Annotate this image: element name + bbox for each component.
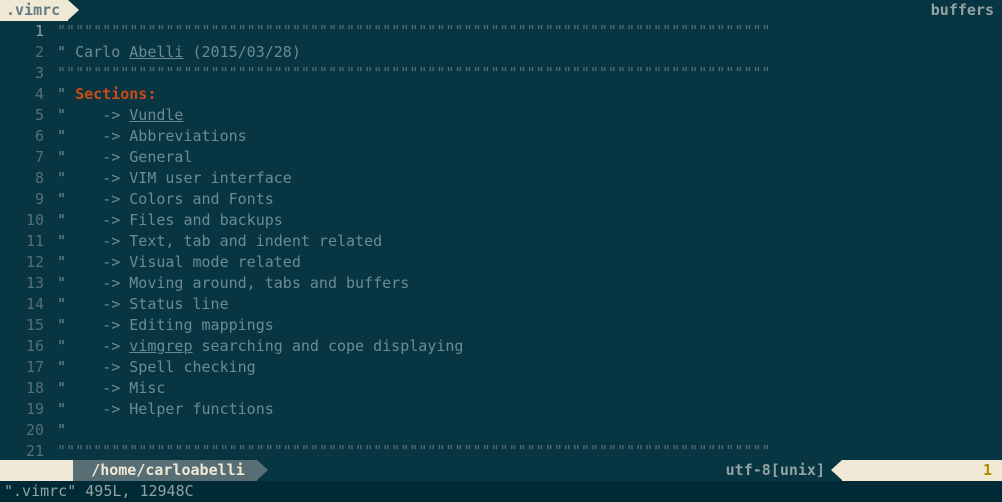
line-number: 19 [0,399,48,420]
author-name: Abelli [129,43,183,61]
line-number: 10 [0,210,48,231]
status-line: NORMAL /home/carloabelli utf-8[unix] 1 [0,460,1002,481]
code-line: " -> Misc [48,378,1002,399]
section-link-vimgrep: vimgrep [129,337,192,355]
line-number: 12 [0,252,48,273]
line-number: 1 [0,21,48,42]
code-area[interactable]: 1 """"""""""""""""""""""""""""""""""""""… [0,21,1002,462]
code-row[interactable]: 7 " -> General [0,147,1002,168]
code-line: """"""""""""""""""""""""""""""""""""""""… [48,21,1002,42]
buffers-label: buffers [931,0,994,21]
code-row[interactable]: 18 " -> Misc [0,378,1002,399]
code-line: " -> vimgrep searching and cope displayi… [48,336,1002,357]
line-number: 11 [0,231,48,252]
command-line[interactable]: ".vimrc" 495L, 12948C [0,481,1002,502]
code-row[interactable]: 9 " -> Colors and Fonts [0,189,1002,210]
code-line: " -> Vundle [48,105,1002,126]
status-fill: utf-8[unix] [257,460,831,481]
status-position: 1 [842,460,1002,481]
tab-active[interactable]: .vimrc [0,0,68,21]
line-number: 13 [0,273,48,294]
command-text: ".vimrc" 495L, 12948C [4,481,194,502]
code-line: " -> Text, tab and indent related [48,231,1002,252]
line-number: 5 [0,105,48,126]
sections-header: Sections: [75,85,156,103]
code-line: " -> Moving around, tabs and buffers [48,273,1002,294]
code-row[interactable]: 8 " -> VIM user interface [0,168,1002,189]
code-line: " Sections: [48,84,1002,105]
code-line: " Carlo Abelli (2015/03/28) [48,42,1002,63]
mode-indicator: NORMAL [0,460,73,481]
line-number: 21 [0,441,48,462]
code-line: """"""""""""""""""""""""""""""""""""""""… [48,441,1002,462]
tab-bar-fill [68,0,931,21]
code-line: " -> Editing mappings [48,315,1002,336]
code-row[interactable]: 6 " -> Abbreviations [0,126,1002,147]
code-row[interactable]: 14 " -> Status line [0,294,1002,315]
column-number: 1 [983,460,992,481]
code-line: " [48,420,1002,441]
status-path: /home/carloabelli [73,460,257,481]
code-line: " -> Colors and Fonts [48,189,1002,210]
code-row[interactable]: 1 """"""""""""""""""""""""""""""""""""""… [0,21,1002,42]
tab-bar-right: buffers [931,0,1002,21]
code-line: " -> Files and backups [48,210,1002,231]
code-line: " -> Visual mode related [48,252,1002,273]
code-row[interactable]: 5 " -> Vundle [0,105,1002,126]
code-row[interactable]: 12 " -> Visual mode related [0,252,1002,273]
code-row[interactable]: 10 " -> Files and backups [0,210,1002,231]
code-line: " -> Status line [48,294,1002,315]
code-line: """"""""""""""""""""""""""""""""""""""""… [48,63,1002,84]
line-number: 2 [0,42,48,63]
line-number: 7 [0,147,48,168]
code-line: " -> Helper functions [48,399,1002,420]
line-number: 18 [0,378,48,399]
tab-label: .vimrc [6,0,60,21]
code-row[interactable]: 11 " -> Text, tab and indent related [0,231,1002,252]
line-number: 9 [0,189,48,210]
code-row[interactable]: 15 " -> Editing mappings [0,315,1002,336]
line-number: 4 [0,84,48,105]
section-link-vundle: Vundle [129,106,183,124]
code-row[interactable]: 3 """"""""""""""""""""""""""""""""""""""… [0,63,1002,84]
status-encoding: utf-8[unix] [726,460,831,481]
line-number: 3 [0,63,48,84]
code-row[interactable]: 13 " -> Moving around, tabs and buffers [0,273,1002,294]
code-row[interactable]: 2 " Carlo Abelli (2015/03/28) [0,42,1002,63]
line-number: 6 [0,126,48,147]
line-number: 17 [0,357,48,378]
code-line: " -> VIM user interface [48,168,1002,189]
tab-bar: .vimrc buffers [0,0,1002,21]
code-row[interactable]: 19 " -> Helper functions [0,399,1002,420]
code-row[interactable]: 20 " [0,420,1002,441]
code-row[interactable]: 16 " -> vimgrep searching and cope displ… [0,336,1002,357]
line-number: 14 [0,294,48,315]
code-line: " -> General [48,147,1002,168]
code-row[interactable]: 21 """""""""""""""""""""""""""""""""""""… [0,441,1002,462]
code-row[interactable]: 17 " -> Spell checking [0,357,1002,378]
line-number: 8 [0,168,48,189]
line-number: 15 [0,315,48,336]
code-line: " -> Abbreviations [48,126,1002,147]
line-number: 16 [0,336,48,357]
code-line: " -> Spell checking [48,357,1002,378]
line-number: 20 [0,420,48,441]
code-row[interactable]: 4 " Sections: [0,84,1002,105]
vim-editor[interactable]: .vimrc buffers 1 """""""""""""""""""""""… [0,0,1002,502]
